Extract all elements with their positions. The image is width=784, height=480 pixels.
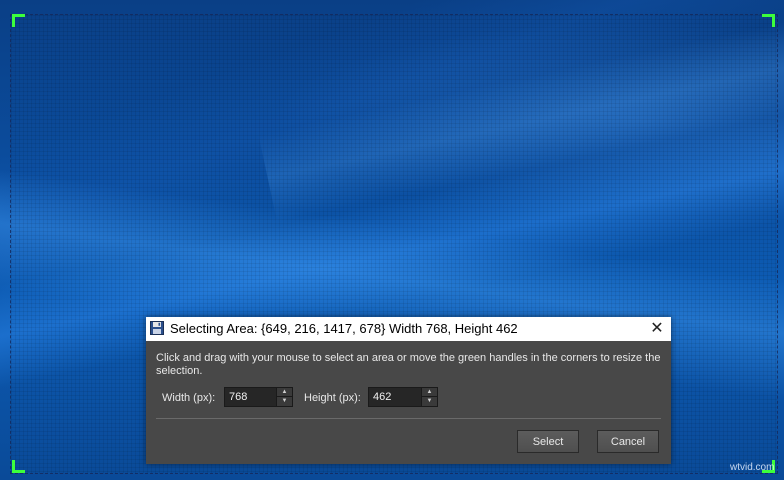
instructions-text: Click and drag with your mouse to select…: [156, 352, 661, 377]
width-input[interactable]: 768: [229, 391, 247, 403]
dialog-separator: [156, 418, 661, 419]
selection-handle-top-right[interactable]: [762, 14, 775, 27]
close-icon: ✕: [650, 320, 664, 337]
height-input[interactable]: 462: [373, 391, 391, 403]
floppy-disk-icon: [150, 321, 164, 335]
height-label: Height (px):: [304, 392, 361, 404]
cancel-button[interactable]: Cancel: [597, 430, 659, 453]
selection-handle-top-left[interactable]: [12, 14, 25, 27]
height-spinbox[interactable]: 462 ▲ ▼: [368, 387, 438, 407]
select-area-dialog: Selecting Area: {649, 216, 1417, 678} Wi…: [146, 317, 671, 464]
width-arrow-up-icon[interactable]: ▲: [277, 388, 292, 397]
height-spin-arrows: ▲ ▼: [421, 388, 437, 406]
close-button[interactable]: ✕: [643, 317, 671, 341]
width-label: Width (px):: [162, 392, 216, 404]
watermark-text: wtvid.com: [730, 462, 775, 473]
dialog-titlebar[interactable]: Selecting Area: {649, 216, 1417, 678} Wi…: [146, 317, 671, 341]
dialog-title: Selecting Area: {649, 216, 1417, 678} Wi…: [170, 321, 518, 336]
selection-handle-bottom-left[interactable]: [12, 460, 25, 473]
width-spin-arrows: ▲ ▼: [276, 388, 292, 406]
width-spinbox[interactable]: 768 ▲ ▼: [224, 387, 293, 407]
select-button[interactable]: Select: [517, 430, 579, 453]
height-arrow-down-icon[interactable]: ▼: [422, 397, 437, 406]
width-arrow-down-icon[interactable]: ▼: [277, 397, 292, 406]
height-arrow-up-icon[interactable]: ▲: [422, 388, 437, 397]
